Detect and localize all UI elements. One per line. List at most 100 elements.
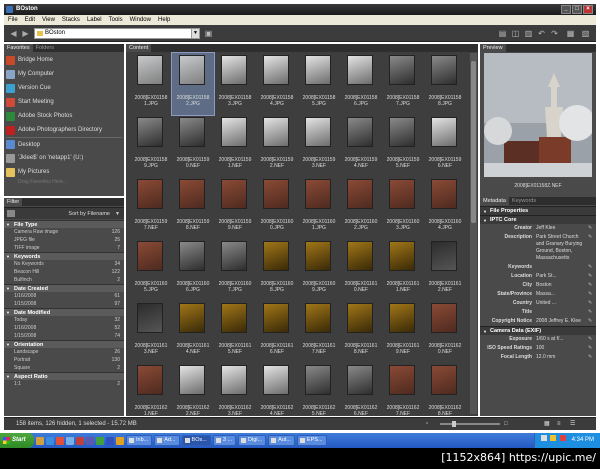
thumbnail-cell[interactable]: 2008]EX01160 2.JPG (340, 177, 382, 239)
thumbnail-image[interactable] (179, 365, 205, 395)
thumbnail-image[interactable] (137, 55, 163, 85)
edit-pencil-icon[interactable]: ✎ (588, 234, 594, 262)
favorite-item[interactable]: My Pictures (6, 165, 122, 179)
thumbnail-cell[interactable]: 2008]EX01158 9.JPG (130, 115, 172, 177)
thumbnail-image[interactable] (179, 117, 205, 147)
thumbnail-image[interactable] (389, 365, 415, 395)
thumbnail-cell[interactable]: 2008]EX01161 8.NEF (340, 301, 382, 363)
thumbnail-cell[interactable]: 2008]EX01159 6.NEF (424, 115, 466, 177)
clock[interactable]: 4:34 PM (572, 437, 594, 443)
thumbnail-image[interactable] (389, 55, 415, 85)
scrollbar-thumb[interactable] (471, 61, 476, 223)
metadata-value[interactable]: Park Street Church and Granary Burying G… (536, 234, 588, 262)
thumbnail-image[interactable] (263, 303, 289, 333)
metadata-value[interactable]: Park St... (536, 273, 588, 280)
edit-pencil-icon[interactable]: ✎ (588, 354, 594, 361)
menu-label[interactable]: Label (87, 15, 102, 25)
thumbnail-cell[interactable]: 2008]EX01162 2.NEF (172, 363, 214, 425)
thumbnail-cell[interactable]: 2008]EX01161 1.NEF (382, 239, 424, 301)
content-scrollbar[interactable] (470, 53, 477, 414)
thumbnail-image[interactable] (431, 365, 457, 395)
filter-row[interactable]: 1/16/2008 52 (4, 324, 124, 332)
filter-row[interactable]: Today 32 (4, 316, 124, 324)
taskbar-button[interactable]: Inb... (126, 435, 153, 446)
close-button[interactable]: × (583, 5, 593, 14)
thumbnail-cell[interactable]: 2008]EX01162 4.NEF (256, 363, 298, 425)
menu-file[interactable]: File (8, 15, 18, 25)
thumbnail-cell[interactable]: 2008]EX01159 9.NEF (214, 177, 256, 239)
thumbnail-image[interactable] (347, 241, 373, 271)
open-recent-icon[interactable]: ▥ (524, 29, 533, 38)
thumbnail-cell[interactable]: 2008]EX01161 9.NEF (382, 301, 424, 363)
tray-alert-icon[interactable] (559, 435, 566, 441)
view-details-icon[interactable]: ≡ (557, 418, 561, 431)
taskbar-button[interactable]: Ad... (154, 435, 180, 446)
zoom-out-icon[interactable]: ▫ (426, 418, 428, 431)
tab-metadata[interactable]: Metadata (480, 197, 509, 205)
menu-stacks[interactable]: Stacks (62, 15, 80, 25)
favorite-item[interactable]: Adobe Stock Photos (6, 109, 122, 123)
quicklaunch-ie-icon[interactable] (46, 436, 54, 445)
taskbar-button[interactable]: Aut... (268, 435, 295, 446)
edit-pencil-icon[interactable]: ✎ (588, 264, 594, 271)
forward-arrow-icon[interactable]: ▶ (21, 29, 30, 38)
tab-favorites[interactable]: Favorites (4, 44, 33, 52)
thumbnail-cell[interactable]: 2008]EX01160 9.JPG (298, 239, 340, 301)
thumbnail-image[interactable] (347, 55, 373, 85)
thumbnail-cell[interactable]: 2008]EX01160 5.JPG (130, 239, 172, 301)
thumbnail-cell[interactable]: 2008]EX01159 4.NEF (340, 115, 382, 177)
filter-row[interactable]: Beacon Hill 122 (4, 268, 124, 276)
quicklaunch-excel-icon[interactable] (96, 436, 104, 445)
thumbnail-cell[interactable]: 2008]EX01161 4.NEF (172, 301, 214, 363)
metadata-value[interactable]: 100 (536, 345, 588, 352)
thumbnail-image[interactable] (431, 303, 457, 333)
thumbnail-cell[interactable]: 2008]EX01158 7.JPG (382, 53, 424, 115)
edit-pencil-icon[interactable]: ✎ (588, 345, 594, 352)
thumbnail-cell[interactable]: 2008]EX01162 7.NEF (382, 363, 424, 425)
thumbnail-cell[interactable]: 2008]EX01162 3.NEF (214, 363, 256, 425)
quicklaunch-media-icon[interactable] (86, 436, 94, 445)
thumbnail-cell[interactable]: 2008]EX01159 2.NEF (256, 115, 298, 177)
taskbar-button[interactable]: BOs... (181, 435, 211, 446)
file-properties-section[interactable]: File Properties (480, 206, 596, 216)
rotate-left-icon[interactable]: ↶ (537, 29, 546, 38)
quicklaunch-word-icon[interactable] (106, 436, 114, 445)
clear-filter-icon[interactable] (7, 210, 15, 217)
view-grid-icon[interactable]: ▦ (544, 418, 550, 431)
thumbnail-cell[interactable]: 2008]EX01160 8.JPG (256, 239, 298, 301)
filter-section[interactable]: Keywords (4, 252, 124, 261)
thumbnail-cell[interactable]: 2008]EX01159 1.NEF (214, 115, 256, 177)
thumbnail-image[interactable] (389, 303, 415, 333)
maximize-button[interactable]: □ (572, 5, 582, 14)
exif-section[interactable]: Camera Data (EXIF) (480, 326, 596, 336)
thumbnail-image[interactable] (347, 303, 373, 333)
thumbnail-image[interactable] (221, 365, 247, 395)
thumbnail-cell[interactable]: 2008]EX01160 1.JPG (298, 177, 340, 239)
sort-dropdown[interactable]: Sort by Filename (68, 211, 110, 217)
trash-icon[interactable]: ▦ (566, 29, 575, 38)
thumbnail-image[interactable] (221, 117, 247, 147)
refine-icon[interactable]: ◫ (511, 29, 520, 38)
thumbnail-cell[interactable]: 2008]EX01161 7.NEF (298, 301, 340, 363)
filter-section[interactable]: Date Modified (4, 308, 124, 317)
thumbnail-image[interactable] (263, 241, 289, 271)
thumbnail-cell[interactable]: 2008]EX01161 6.NEF (256, 301, 298, 363)
filter-section[interactable]: Aspect Ratio (4, 372, 124, 381)
metadata-value[interactable]: 2008 Jeffrey E. Klee (536, 318, 588, 325)
thumbnail-cell[interactable]: 2008]EX01160 0.JPG (256, 177, 298, 239)
edit-pencil-icon[interactable]: ✎ (588, 300, 594, 307)
thumbnail-image[interactable] (179, 303, 205, 333)
edit-pencil-icon[interactable]: ✎ (588, 282, 594, 289)
taskbar-button[interactable]: EPS... (296, 435, 327, 446)
thumbnail-cell[interactable]: 2008]EX01159 0.NEF (172, 115, 214, 177)
filter-row[interactable]: Landscape 26 (4, 348, 124, 356)
thumbnail-cell[interactable]: 2008]EX01159 3.NEF (298, 115, 340, 177)
chevron-down-icon[interactable]: ▼ (191, 29, 199, 38)
thumbnail-cell[interactable]: 2008]EX01159 5.NEF (382, 115, 424, 177)
taskbar-button[interactable]: 3 ... (212, 435, 236, 446)
thumbnail-cell[interactable]: 2008]EX01160 3.JPG (382, 177, 424, 239)
filter-row[interactable]: TIFF image 7 (4, 244, 124, 252)
menu-view[interactable]: View (42, 15, 55, 25)
metadata-value[interactable]: Jeff Klee (536, 225, 588, 232)
edit-pencil-icon[interactable]: ✎ (588, 273, 594, 280)
